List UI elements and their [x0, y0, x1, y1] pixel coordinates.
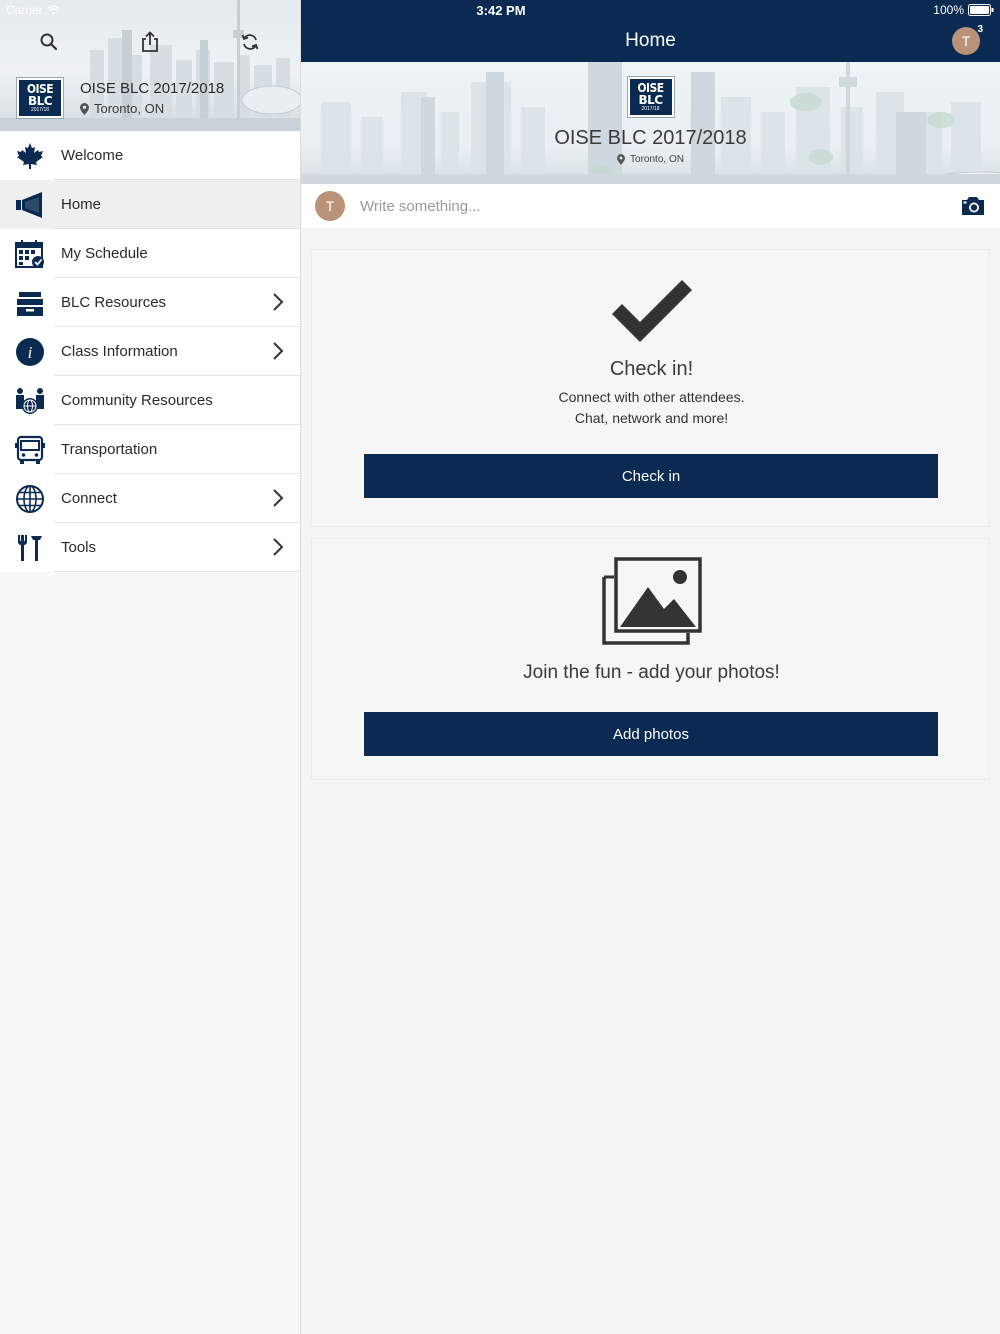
event-header[interactable]: OISE BLC 2017/18 OISE BLC 2017/2018 Toro… [16, 77, 225, 119]
location-pin-icon [617, 154, 626, 165]
banner-location: Toronto, ON [617, 154, 684, 165]
post-composer: T [301, 184, 1000, 228]
composer-avatar: T [315, 191, 345, 221]
banner-location-text: Toronto, ON [630, 154, 684, 165]
sidebar-header: Carrier OISE BLC 2017/18 OISE BLC 2017/2… [0, 0, 300, 131]
logo-line2: BLC [638, 93, 663, 107]
sidebar-item-label: Connect [61, 490, 117, 507]
checkin-description-line2: Chat, network and more! [574, 410, 729, 426]
event-location: Toronto, ON [80, 101, 224, 116]
battery-percent: 100% [933, 3, 964, 17]
chevron-right-icon [273, 489, 284, 507]
archive-box-icon [17, 291, 43, 316]
status-carrier: Carrier [6, 3, 60, 17]
post-input[interactable] [360, 197, 920, 215]
sidebar-item-label: Welcome [61, 147, 124, 164]
refresh-icon [241, 34, 259, 50]
carrier-text: Carrier [6, 3, 43, 17]
sidebar-item-label: Tools [61, 539, 97, 556]
avatar-initial: T [961, 33, 971, 49]
sidebar-item-label: Class Information [61, 343, 178, 360]
notification-badge: 3 [977, 24, 983, 35]
svg-text:i: i [28, 343, 33, 362]
search-icon [40, 33, 58, 51]
sidebar: Carrier OISE BLC 2017/18 OISE BLC 2017/2… [0, 0, 301, 1334]
banner-event-info: OISE BLC 2017/18 OISE BLC 2017/2018 Toro… [301, 76, 1000, 165]
add-photos-title: Join the fun - add your photos! [523, 662, 780, 683]
sidebar-item-blc-resources[interactable]: BLC Resources [0, 278, 300, 327]
status-battery: 100% [933, 3, 994, 17]
top-bar: 3:42 PM 100% Home T 3 [301, 0, 1000, 62]
checkin-card: Check in! Connect with other attendees. … [311, 249, 990, 527]
sidebar-item-label: My Schedule [61, 245, 148, 262]
banner-event-logo: OISE BLC 2017/18 [626, 76, 675, 118]
maple-leaf-icon [17, 142, 43, 169]
sidebar-item-home[interactable]: Home [0, 180, 300, 229]
event-logo: OISE BLC 2017/18 [16, 77, 64, 119]
wifi-icon [47, 5, 60, 15]
camera-icon[interactable] [960, 196, 986, 216]
megaphone-icon [16, 191, 42, 218]
banner-title: OISE BLC 2017/2018 [554, 127, 747, 149]
status-time: 3:42 PM [476, 3, 526, 18]
avatar-initial: T [325, 198, 335, 214]
add-photos-card: Join the fun - add your photos! Add phot… [311, 538, 990, 780]
search-button[interactable] [35, 28, 63, 56]
sidebar-item-tools[interactable]: Tools [0, 523, 300, 572]
checkin-description-line1: Connect with other attendees. [558, 389, 745, 405]
share-button[interactable] [136, 28, 164, 56]
sidebar-item-community-resources[interactable]: Community Resources [0, 376, 300, 425]
calendar-check-icon [15, 239, 44, 268]
logo-line3: 2017/18 [30, 107, 50, 113]
globe-icon [16, 484, 44, 513]
refresh-button[interactable] [236, 28, 264, 56]
sidebar-item-welcome[interactable]: Welcome [0, 131, 300, 180]
logo-line2: BLC [27, 94, 53, 108]
info-icon: i [16, 337, 44, 366]
event-location-text: Toronto, ON [94, 101, 165, 116]
check-in-button[interactable]: Check in [364, 454, 938, 498]
tools-icon [18, 534, 42, 561]
sidebar-item-connect[interactable]: Connect [0, 474, 300, 523]
chevron-right-icon [273, 342, 284, 360]
chevron-right-icon [273, 293, 284, 311]
page-title: Home [625, 30, 676, 51]
sidebar-item-label: Transportation [61, 441, 158, 458]
checkmark-icon [611, 280, 692, 342]
share-icon [142, 31, 158, 52]
sidebar-item-class-information[interactable]: i Class Information [0, 327, 300, 376]
sidebar-item-label: Community Resources [61, 392, 213, 409]
sidebar-menu: Welcome Home My Schedule BLC Resources i… [0, 131, 300, 572]
event-title: OISE BLC 2017/2018 [80, 80, 225, 97]
chevron-right-icon [273, 538, 284, 556]
add-photos-button[interactable]: Add photos [364, 712, 938, 756]
profile-avatar[interactable]: T [952, 27, 980, 55]
main-panel: 3:42 PM 100% Home T 3 OISE BLC 2017/18 O… [301, 0, 1000, 1334]
sidebar-item-transportation[interactable]: Transportation [0, 425, 300, 474]
sidebar-item-label: Home [61, 196, 102, 213]
community-globe-icon [16, 387, 44, 414]
event-banner: OISE BLC 2017/18 OISE BLC 2017/2018 Toro… [301, 62, 1000, 184]
sidebar-item-label: BLC Resources [61, 294, 167, 311]
sidebar-item-my-schedule[interactable]: My Schedule [0, 229, 300, 278]
logo-line3: 2017/18 [641, 106, 660, 112]
photo-gallery-icon [601, 557, 702, 645]
bus-icon [15, 435, 45, 464]
battery-icon [968, 4, 994, 16]
location-pin-icon [80, 102, 89, 115]
checkin-title: Check in! [609, 358, 694, 380]
